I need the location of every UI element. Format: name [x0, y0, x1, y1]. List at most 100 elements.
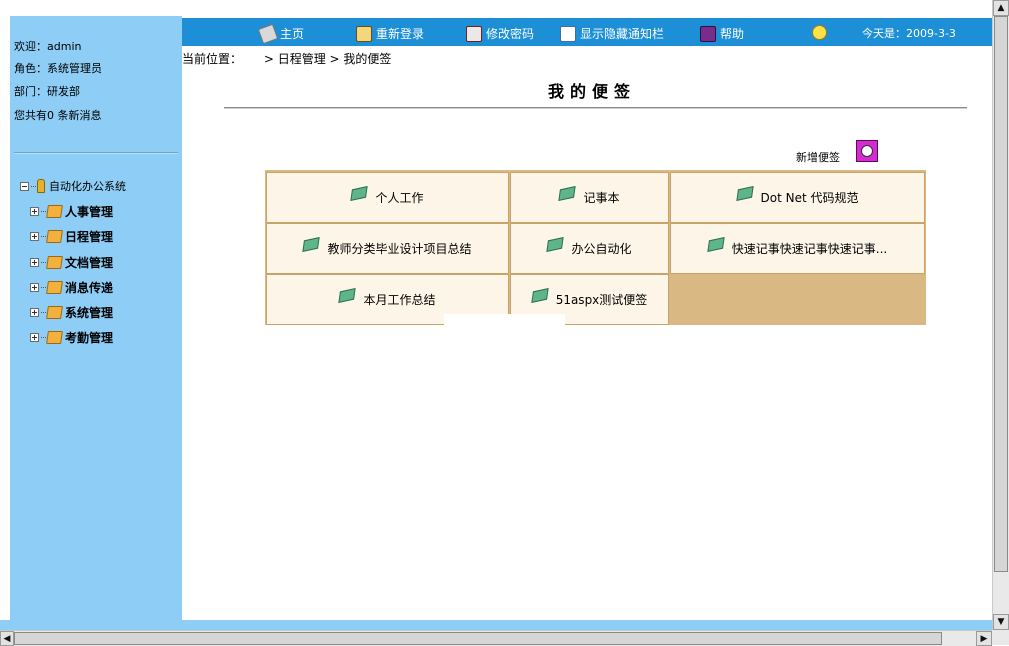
home-label: 主页: [280, 27, 305, 41]
notes-grid: 个人工作 记事本 Dot Net 代码规范 教师分类毕业设计项目总结 办公自动化…: [265, 170, 926, 325]
tree-item-label: 文档管理: [65, 256, 114, 270]
home-icon: [257, 23, 279, 44]
welcome-text: 欢迎：admin: [14, 40, 82, 53]
today-date: 今天是：2009-3-3: [862, 27, 956, 40]
top-toolbar: 主页 重新登录 修改密码 显示隐藏通知栏 帮助 今天是：2009-3-3: [182, 18, 992, 46]
help-link[interactable]: 帮助: [700, 25, 744, 42]
tree-line: [41, 312, 46, 313]
expand-icon[interactable]: [30, 232, 39, 241]
folder-icon: [46, 281, 63, 294]
note-cell[interactable]: Dot Net 代码规范: [670, 172, 925, 223]
note-title: 个人工作: [375, 191, 424, 205]
tree-root-label: 自动化办公系统: [49, 180, 126, 193]
expand-icon[interactable]: [30, 207, 39, 216]
overlay-patch: [444, 314, 565, 326]
note-title: 本月工作总结: [363, 293, 436, 307]
note-icon: [338, 288, 357, 303]
tree-line: [41, 236, 46, 237]
note-icon: [558, 186, 577, 201]
relogin-label: 重新登录: [376, 27, 425, 41]
note-title: 教师分类毕业设计项目总结: [327, 242, 472, 256]
change-password-label: 修改密码: [486, 27, 535, 41]
bottom-strip: [0, 620, 992, 630]
page-title: 我的便签: [548, 82, 637, 101]
change-password-link[interactable]: 修改密码: [466, 25, 534, 42]
smiley-icon: [812, 25, 827, 40]
tree-line: [41, 337, 46, 338]
note-title: 快速记事快速记事快速记事...: [731, 242, 888, 256]
tree-item-label: 系统管理: [65, 306, 114, 320]
tree-line: [41, 211, 46, 212]
tree-line: [41, 262, 46, 263]
expand-icon[interactable]: [30, 258, 39, 267]
expand-icon[interactable]: [30, 283, 39, 292]
scroll-up-arrow-icon[interactable]: ▲: [993, 0, 1009, 16]
note-title: 51aspx测试便签: [555, 293, 648, 307]
folder-icon: [46, 230, 63, 243]
toggle-notice-link[interactable]: 显示隐藏通知栏: [560, 25, 664, 42]
expand-icon[interactable]: [30, 308, 39, 317]
tree-root[interactable]: 自动化办公系统: [20, 178, 126, 194]
department-text: 部门：研发部: [14, 85, 80, 98]
tree-item-label: 考勤管理: [65, 331, 114, 345]
scroll-left-arrow-icon[interactable]: ◀: [0, 631, 14, 646]
note-cell[interactable]: 快速记事快速记事快速记事...: [670, 223, 925, 274]
folder-icon: [46, 256, 63, 269]
role-text: 角色：系统管理员: [14, 62, 102, 75]
tree-line: [31, 185, 36, 187]
message-count-text[interactable]: 您共有0 条新消息: [14, 107, 102, 123]
note-icon: [531, 288, 549, 303]
relogin-icon: [356, 25, 372, 42]
note-icon: [546, 237, 565, 252]
scroll-right-arrow-icon[interactable]: ▶: [976, 631, 992, 646]
note-title: 办公自动化: [571, 242, 632, 256]
relogin-link[interactable]: 重新登录: [356, 25, 424, 42]
folder-icon: [46, 306, 63, 319]
tree-item-schedule[interactable]: 日程管理: [30, 228, 113, 245]
add-note-icon[interactable]: [856, 140, 878, 162]
sidebar-divider: [14, 152, 178, 154]
breadcrumb-label: 当前位置：: [182, 52, 243, 66]
vertical-scroll-thumb[interactable]: [994, 16, 1008, 572]
horizontal-scroll-thumb[interactable]: [14, 632, 942, 645]
scroll-corner: [992, 630, 1009, 645]
help-label: 帮助: [720, 27, 745, 41]
collapse-icon[interactable]: [20, 181, 29, 191]
note-title: 记事本: [583, 191, 620, 205]
note-cell[interactable]: 个人工作: [266, 172, 509, 223]
folder-icon: [46, 205, 63, 218]
note-icon: [707, 237, 725, 252]
tree-item-label: 消息传递: [65, 281, 114, 295]
password-icon: [466, 25, 482, 42]
tree-item-system[interactable]: 系统管理: [30, 304, 113, 321]
tree-item-documents[interactable]: 文档管理: [30, 254, 113, 271]
title-divider: [224, 107, 967, 109]
toggle-notice-label: 显示隐藏通知栏: [580, 27, 665, 41]
tree-item-label: 人事管理: [65, 205, 114, 219]
folder-icon: [46, 331, 63, 344]
tree-item-messaging[interactable]: 消息传递: [30, 279, 113, 296]
note-cell[interactable]: 记事本: [510, 172, 669, 223]
expand-icon[interactable]: [30, 333, 39, 342]
help-book-icon: [700, 25, 716, 42]
tree-item-attendance[interactable]: 考勤管理: [30, 329, 113, 346]
note-title: Dot Net 代码规范: [760, 191, 859, 205]
vertical-scrollbar[interactable]: ▲ ▼: [992, 0, 1009, 632]
note-icon: [735, 186, 754, 201]
home-link[interactable]: 主页: [257, 23, 305, 44]
key-icon: [37, 179, 45, 193]
note-icon: [302, 237, 321, 252]
breadcrumb-path: > 日程管理 > 我的便签: [263, 52, 392, 66]
note-cell[interactable]: 办公自动化: [510, 223, 669, 274]
tree-line: [41, 287, 46, 288]
note-icon: [350, 186, 369, 201]
breadcrumb: 当前位置： > 日程管理 > 我的便签: [182, 50, 391, 67]
note-cell[interactable]: 教师分类毕业设计项目总结: [266, 223, 509, 274]
scroll-down-arrow-icon[interactable]: ▼: [993, 614, 1009, 630]
tree-item-label: 日程管理: [65, 230, 114, 244]
add-note-label[interactable]: 新增便签: [796, 149, 840, 165]
horizontal-scrollbar[interactable]: ◀ ▶: [0, 630, 992, 646]
tree-item-hr[interactable]: 人事管理: [30, 203, 113, 220]
sidebar: 欢迎：admin 角色：系统管理员 部门：研发部 您共有0 条新消息 自动化办公…: [10, 16, 182, 622]
notice-icon: [560, 25, 576, 42]
